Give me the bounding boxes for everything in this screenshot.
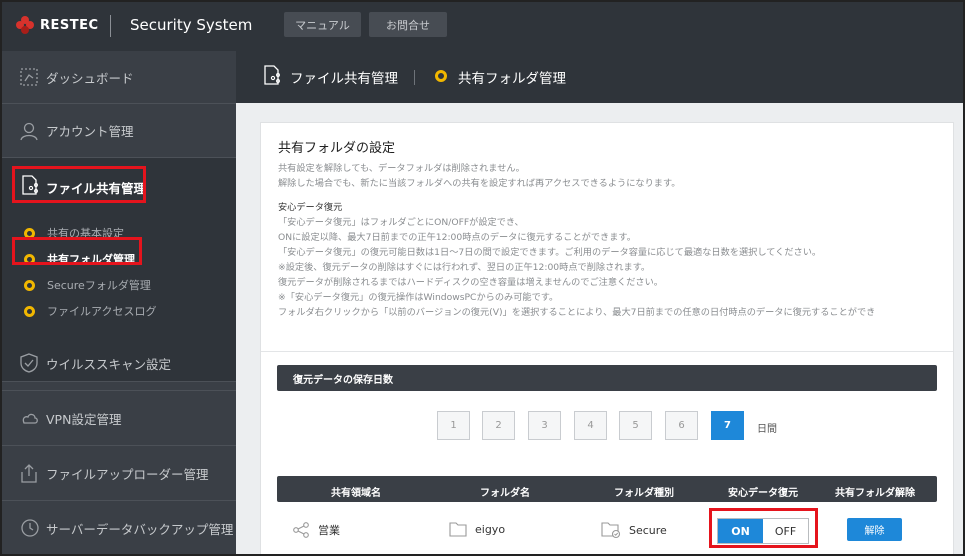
day-button-2[interactable]: 2 xyxy=(482,411,515,440)
bullet-icon xyxy=(24,253,35,265)
user-icon xyxy=(20,122,38,140)
recovery-toggle[interactable]: ON OFF xyxy=(717,518,809,544)
settings-panel: 共有フォルダの設定 共有設定を解除しても、データフォルダは削除されません。 解除… xyxy=(260,122,954,556)
contact-button[interactable]: お問合せ xyxy=(369,12,447,37)
day-button-5[interactable]: 5 xyxy=(619,411,652,440)
breadcrumb-page: 共有フォルダ管理 xyxy=(458,71,566,87)
folder-type: Secure xyxy=(629,523,667,537)
sidebar: ダッシュボード アカウント管理 ファイル共有管理 共有の基本設定 共有フォルダ管… xyxy=(0,51,236,556)
share-icon xyxy=(293,522,309,538)
cloud-icon xyxy=(22,413,38,424)
dashboard-icon xyxy=(20,68,38,86)
subnav-file-access-log[interactable]: ファイルアクセスログ xyxy=(24,303,156,319)
retention-header: 復元データの保存日数 xyxy=(277,365,937,391)
column-header-release: 共有フォルダ解除 xyxy=(835,488,915,499)
history-icon xyxy=(21,519,39,537)
sidebar-item-label: ファイル共有管理 xyxy=(46,181,147,196)
sidebar-item-dashboard[interactable]: ダッシュボード xyxy=(0,51,236,104)
table-row-folder: eigyo xyxy=(449,521,505,537)
secure-folder-icon xyxy=(601,522,621,539)
system-title: Security System xyxy=(130,16,253,34)
sidebar-item-uploader[interactable]: ファイルアップローダー管理 xyxy=(0,446,236,501)
sidebar-item-label: ウイルススキャン設定 xyxy=(46,356,172,372)
table-row-type: Secure xyxy=(601,521,667,539)
subnav-label: 共有の基本設定 xyxy=(47,227,124,240)
subnav-shared-folder-management[interactable]: 共有フォルダ管理 xyxy=(24,251,135,267)
sidebar-item-account[interactable]: アカウント管理 xyxy=(0,104,236,158)
subnav-label: Secureフォルダ管理 xyxy=(47,279,151,292)
column-header-area: 共有領域名 xyxy=(331,488,381,499)
breadcrumb-section[interactable]: ファイル共有管理 xyxy=(290,67,398,87)
column-header-folder: フォルダ名 xyxy=(480,488,530,499)
sidebar-item-label: アカウント管理 xyxy=(46,124,134,139)
sidebar-item-label: サーバーデータバックアップ管理 xyxy=(46,521,234,537)
top-bar: RESTEC Security System マニュアル お問合せ xyxy=(0,0,965,51)
day-button-7[interactable]: 7 xyxy=(711,411,744,440)
recovery-note: 「安心データ復元」はフォルダごとにON/OFFが設定でき、 xyxy=(278,217,524,228)
recovery-note: 復元データが削除されるまではハードディスクの空き容量は増えませんのでご注意くださ… xyxy=(278,277,663,288)
day-unit-label: 日間 xyxy=(757,424,777,435)
day-button-1[interactable]: 1 xyxy=(437,411,470,440)
sidebar-item-label: ファイルアップローダー管理 xyxy=(46,466,209,482)
day-button-3[interactable]: 3 xyxy=(528,411,561,440)
subnav-secure-folder-management[interactable]: Secureフォルダ管理 xyxy=(24,277,151,293)
bullet-icon xyxy=(24,227,35,239)
release-button[interactable]: 解除 xyxy=(847,518,902,541)
recovery-note: ONに設定以降、最大7日前までの正午12:00時点のデータに復元することができま… xyxy=(278,232,636,243)
page-title: 共有フォルダの設定 xyxy=(278,141,396,156)
column-header-type: フォルダ種別 xyxy=(614,488,674,499)
recovery-note: ※設定後、復元データの削除はすぐには行われず、翌日の正午12:00時点で削除され… xyxy=(278,262,651,273)
bullet-icon xyxy=(24,279,35,291)
header-divider xyxy=(110,15,111,37)
note-line: 解除した場合でも、新たに当該フォルダへの共有を設定すれば再アクセスできるようにな… xyxy=(278,178,681,189)
recovery-note: 「安心データ復元」の復元可能日数は1日〜7日の間で設定できます。ご利用のデータ容… xyxy=(278,247,822,258)
sidebar-item-backup[interactable]: サーバーデータバックアップ管理 xyxy=(0,501,236,556)
sidebar-item-label: VPN設定管理 xyxy=(46,411,122,427)
subnav-label: ファイルアクセスログ xyxy=(47,305,157,318)
file-share-icon xyxy=(264,65,280,85)
column-header-recovery: 安心データ復元 xyxy=(728,488,798,499)
upload-icon xyxy=(21,464,37,483)
folder-icon xyxy=(449,522,467,537)
brand-name: RESTEC xyxy=(40,17,99,33)
sidebar-item-label: ダッシュボード xyxy=(46,70,134,86)
sidebar-item-vpn[interactable]: VPN設定管理 xyxy=(0,391,236,446)
subnav-basic-settings[interactable]: 共有の基本設定 xyxy=(24,225,124,241)
recovery-note: フォルダ右クリックから「以前のバージョンの復元(V)」を選択することにより、最大… xyxy=(278,307,876,318)
note-line: 共有設定を解除しても、データフォルダは削除されません。 xyxy=(278,163,525,174)
toggle-on-button[interactable]: ON xyxy=(718,519,763,543)
subnav-label: 共有フォルダ管理 xyxy=(47,253,135,266)
recovery-note: ※「安心データ復元」の復元操作はWindowsPCからのみ可能です。 xyxy=(278,292,559,303)
table-row-area: 営業 xyxy=(292,521,340,539)
breadcrumb-divider xyxy=(414,70,415,85)
area-name: 営業 xyxy=(318,524,340,537)
brand-logo[interactable]: RESTEC xyxy=(16,16,99,34)
divider xyxy=(261,351,953,352)
file-share-icon xyxy=(22,175,38,195)
bullet-icon xyxy=(24,305,35,317)
day-button-4[interactable]: 4 xyxy=(574,411,607,440)
sidebar-item-virus-scan[interactable]: ウイルススキャン設定 xyxy=(0,336,236,391)
folder-name: eigyo xyxy=(475,522,506,536)
day-button-6[interactable]: 6 xyxy=(665,411,698,440)
restec-logo-icon xyxy=(16,16,34,34)
bullet-icon xyxy=(435,70,447,82)
recovery-heading: 安心データ復元 xyxy=(278,202,343,213)
manual-button[interactable]: マニュアル xyxy=(284,12,361,37)
toggle-off-button[interactable]: OFF xyxy=(763,519,808,543)
content-header: ファイル共有管理 共有フォルダ管理 xyxy=(236,51,965,103)
shield-icon xyxy=(20,353,38,373)
